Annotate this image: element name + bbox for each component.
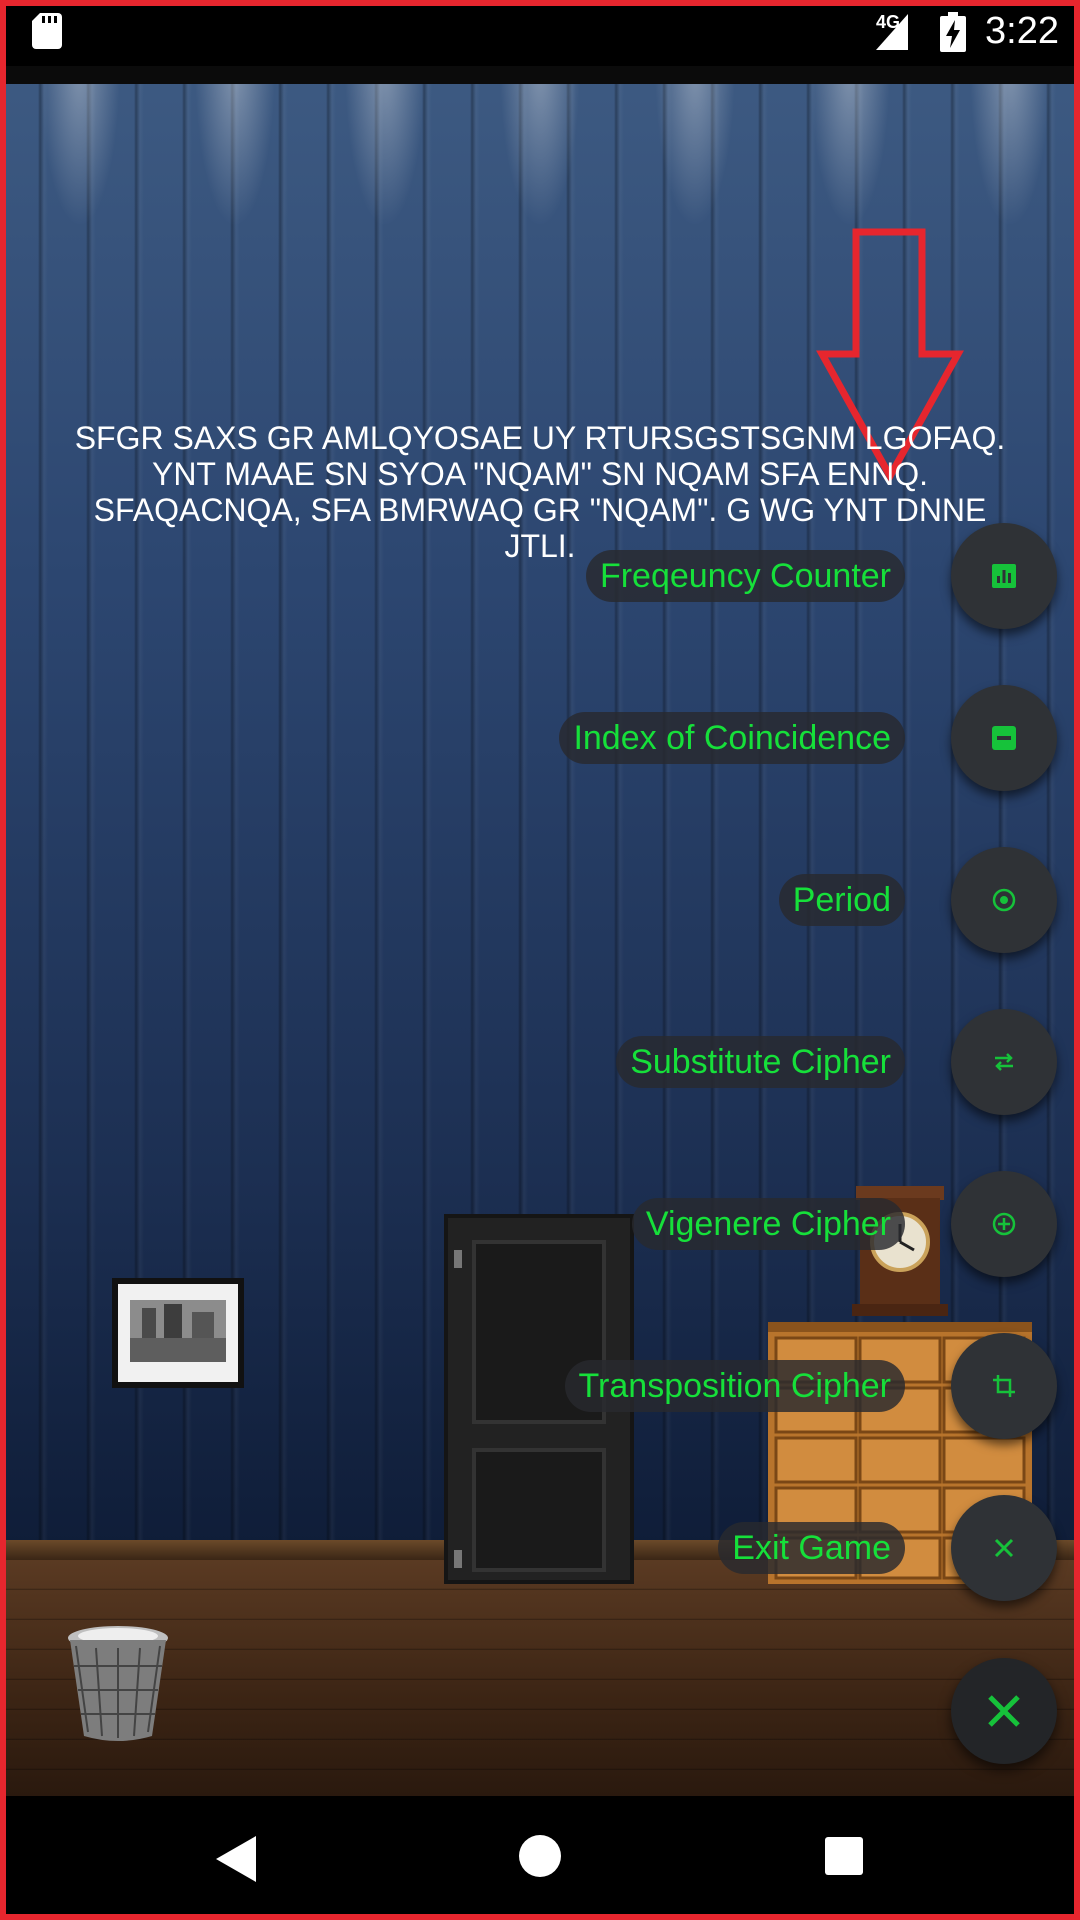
- fab-item-frequency-counter[interactable]: Freqeuncy Counter: [0, 523, 1080, 629]
- fab-label[interactable]: Vigenere Cipher: [631, 1198, 905, 1250]
- crop-rotate-icon: [993, 1375, 1015, 1397]
- period-button[interactable]: [951, 847, 1057, 953]
- fab-item-exit-game[interactable]: Exit Game: [0, 1495, 1080, 1601]
- fab-label[interactable]: Substitute Cipher: [616, 1036, 905, 1088]
- fab-item-vigenere-cipher[interactable]: Vigenere Cipher: [0, 1171, 1080, 1277]
- index-of-coincidence-button[interactable]: [951, 685, 1057, 791]
- swap-arrows-icon: [995, 1053, 1013, 1071]
- transposition-cipher-button[interactable]: [951, 1333, 1057, 1439]
- fab-label[interactable]: Freqeuncy Counter: [585, 550, 905, 602]
- vigenere-cipher-button[interactable]: [951, 1171, 1057, 1277]
- bar-chart-icon: [992, 564, 1016, 588]
- tools-fab-menu: Freqeuncy Counter Index of Coincidence P…: [0, 0, 1080, 1920]
- main-fab-close-button[interactable]: [951, 1658, 1057, 1764]
- substitute-cipher-button[interactable]: [951, 1009, 1057, 1115]
- close-icon: [994, 1538, 1014, 1558]
- close-icon: [988, 1695, 1020, 1727]
- plus-circle-icon: [992, 1212, 1016, 1236]
- fab-item-substitute-cipher[interactable]: Substitute Cipher: [0, 1009, 1080, 1115]
- target-icon: [992, 888, 1016, 912]
- fab-label[interactable]: Transposition Cipher: [564, 1360, 905, 1412]
- fab-item-transposition-cipher[interactable]: Transposition Cipher: [0, 1333, 1080, 1439]
- fab-label[interactable]: Index of Coincidence: [559, 712, 905, 764]
- minus-box-icon: [992, 726, 1016, 750]
- fab-item-index-of-coincidence[interactable]: Index of Coincidence: [0, 685, 1080, 791]
- frequency-counter-button[interactable]: [951, 523, 1057, 629]
- fab-item-period[interactable]: Period: [0, 847, 1080, 953]
- fab-label[interactable]: Period: [778, 874, 905, 926]
- exit-game-button[interactable]: [951, 1495, 1057, 1601]
- fab-label[interactable]: Exit Game: [718, 1522, 905, 1574]
